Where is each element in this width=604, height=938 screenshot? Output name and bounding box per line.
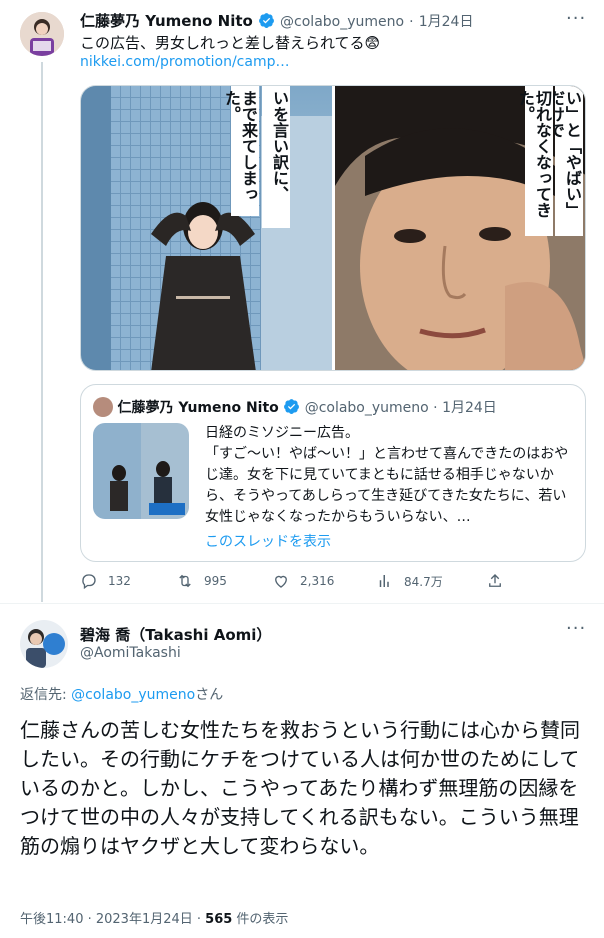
share-icon — [489, 574, 501, 587]
views-count: 84.7万 — [404, 574, 443, 589]
media-left-caption-1: いを言い訳に、 — [262, 86, 290, 228]
separator: · — [409, 14, 414, 30]
views-chart-icon — [379, 575, 389, 587]
tweet-meta: 午後11:40 · 2023年1月24日 · 565 件の表示 — [20, 908, 288, 927]
author-handle[interactable]: @AomiTakashi — [80, 645, 181, 661]
avatar-image — [20, 620, 68, 668]
reply-handle-link[interactable]: @colabo_yumeno — [71, 687, 195, 703]
media-right-caption-1: い」と「やばい」だけで — [546, 86, 583, 236]
verified-badge-icon — [283, 398, 300, 415]
reply-icon — [82, 574, 96, 590]
quoted-tweet-header: 仁藤夢乃 Yumeno Nito @colabo_yumeno · 1月24日 — [93, 397, 497, 417]
quoted-author-handle[interactable]: @colabo_yumeno — [305, 400, 429, 416]
retweet-button[interactable]: 995 — [176, 572, 227, 590]
building-illustration — [81, 86, 332, 370]
views-count: 565 — [205, 912, 233, 927]
quoted-tweet-date[interactable]: 1月24日 — [442, 400, 497, 416]
avatar[interactable] — [20, 12, 64, 56]
author-name[interactable]: 仁藤夢乃 Yumeno Nito — [80, 12, 253, 30]
quoted-thumbnail-image — [93, 423, 189, 519]
divider — [0, 603, 604, 604]
reply-context: 返信先: @colabo_yumenoさん — [20, 684, 223, 704]
tweet-time[interactable]: 午後11:40 · 2023年1月24日 · — [20, 912, 205, 927]
retweet-icon — [179, 574, 191, 588]
views-button[interactable]: 84.7万 — [376, 572, 443, 590]
share-button[interactable] — [486, 572, 514, 590]
quoted-media-thumbnail[interactable] — [93, 423, 189, 519]
heart-icon — [275, 575, 287, 588]
quoted-avatar[interactable] — [93, 397, 113, 417]
like-count: 2,316 — [300, 574, 335, 588]
reply-prefix: 返信先: — [20, 687, 72, 703]
avatar-image — [20, 12, 64, 56]
media-right-caption-2: 切れなくなってきた。 — [516, 86, 553, 236]
avatar[interactable] — [20, 620, 68, 668]
tweet-actions: 132 995 2,316 84.7万 — [80, 572, 504, 598]
author-name[interactable]: 碧海 喬（Takashi Aomi） — [80, 624, 271, 645]
show-thread-link[interactable]: このスレッドを表示 — [205, 531, 331, 551]
tweet-text: この広告、男女しれっと差し替えられてる😨 — [80, 34, 381, 52]
tweet-date[interactable]: 1月24日 — [419, 14, 474, 30]
reply-count: 132 — [108, 574, 131, 588]
like-button[interactable]: 2,316 — [272, 572, 334, 590]
tweet-link[interactable]: nikkei.com/promotion/camp… — [80, 54, 290, 70]
thread-line — [41, 62, 43, 602]
author-handle[interactable]: @colabo_yumeno — [280, 14, 404, 30]
quoted-author-name[interactable]: 仁藤夢乃 Yumeno Nito — [117, 400, 278, 416]
quoted-tweet[interactable]: 仁藤夢乃 Yumeno Nito @colabo_yumeno · 1月24日 … — [80, 384, 586, 562]
more-options-icon[interactable]: ··· — [566, 618, 586, 639]
media-image-right[interactable]: い」と「やばい」だけで 切れなくなってきた。 — [335, 86, 585, 370]
media-image-left[interactable]: いを言い訳に、 まで来てしまった。 — [81, 86, 332, 370]
quoted-tweet-text: 日経のミソジニー広告。 「すご〜い！やば〜い！」と言わせて喜んできたのはおやじ達… — [205, 425, 569, 525]
reply-suffix: さん — [195, 687, 224, 703]
tweet-media[interactable]: いを言い訳に、 まで来てしまった。 い」と「やばい」だけで 切れなくなってきた。 — [80, 85, 586, 371]
verified-badge-icon — [258, 12, 275, 29]
more-options-icon[interactable]: ··· — [566, 8, 586, 29]
separator: · — [433, 400, 438, 416]
reply-button[interactable]: 132 — [80, 572, 131, 590]
tweet-header: 仁藤夢乃 Yumeno Nito @colabo_yumeno · 1月24日 — [80, 10, 473, 31]
media-left-caption-2: まで来てしまった。 — [222, 86, 259, 216]
views-label: 件の表示 — [232, 912, 289, 927]
retweet-count: 995 — [204, 574, 227, 588]
tweet-text: 仁藤さんの苦しむ女性たちを救おうという行動には心から賛同したい。その行動にケチを… — [20, 718, 580, 858]
